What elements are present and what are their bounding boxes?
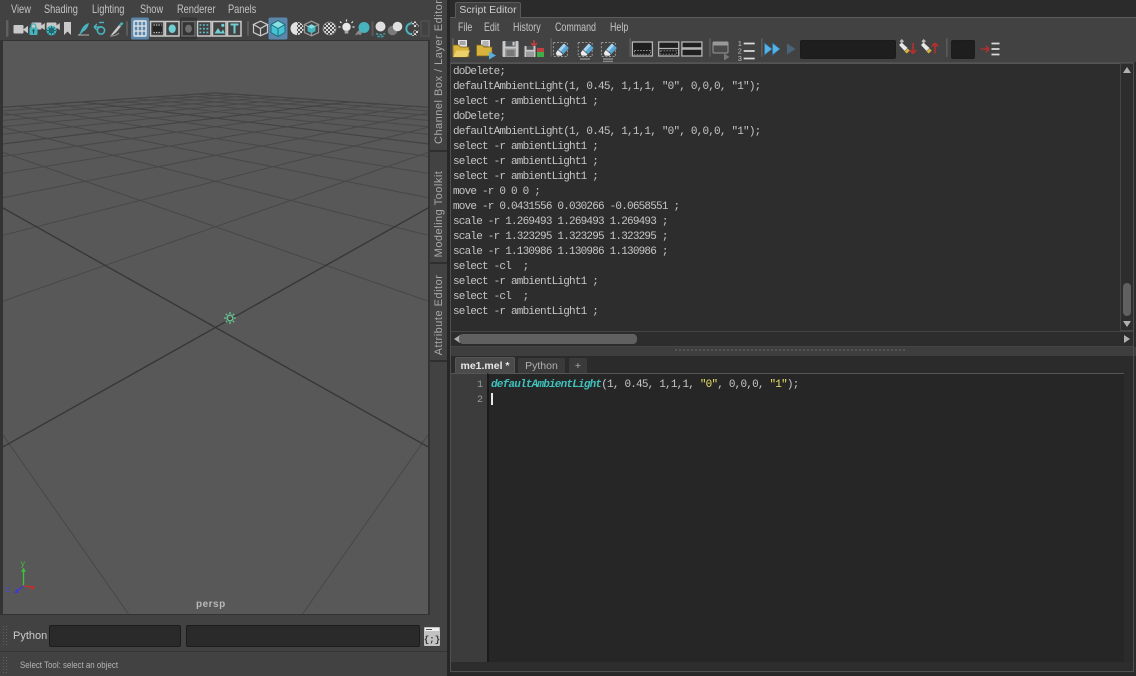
svg-text:z: z: [6, 584, 10, 594]
svg-text:persp: persp: [196, 599, 226, 610]
svg-text:3: 3: [738, 54, 742, 62]
svg-text:{;}: {;}: [424, 635, 440, 645]
svg-text:y: y: [21, 558, 26, 568]
